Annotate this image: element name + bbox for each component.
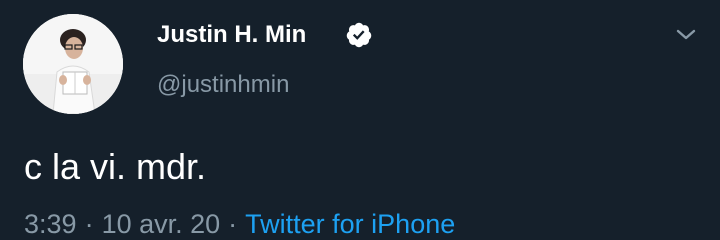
meta-separator: ·: [84, 209, 94, 239]
chevron-down-icon[interactable]: [672, 22, 700, 46]
avatar-photo: [23, 14, 123, 114]
meta-separator: ·: [228, 209, 238, 239]
display-name[interactable]: Justin H. Min: [157, 20, 306, 50]
tweet-time[interactable]: 3:39: [24, 209, 77, 239]
tweet-date[interactable]: 10 avr. 20: [102, 209, 221, 239]
tweet-text: c la vi. mdr.: [24, 146, 207, 187]
tweet-card: Justin H. Min @justinhmin c la vi. mdr. …: [0, 0, 720, 240]
tweet-meta: 3:39 · 10 avr. 20 · Twitter for iPhone: [24, 208, 455, 240]
tweet-source-link[interactable]: Twitter for iPhone: [245, 209, 455, 239]
user-handle[interactable]: @justinhmin: [157, 70, 289, 100]
avatar[interactable]: [23, 14, 123, 114]
verified-badge-icon: [346, 22, 372, 48]
